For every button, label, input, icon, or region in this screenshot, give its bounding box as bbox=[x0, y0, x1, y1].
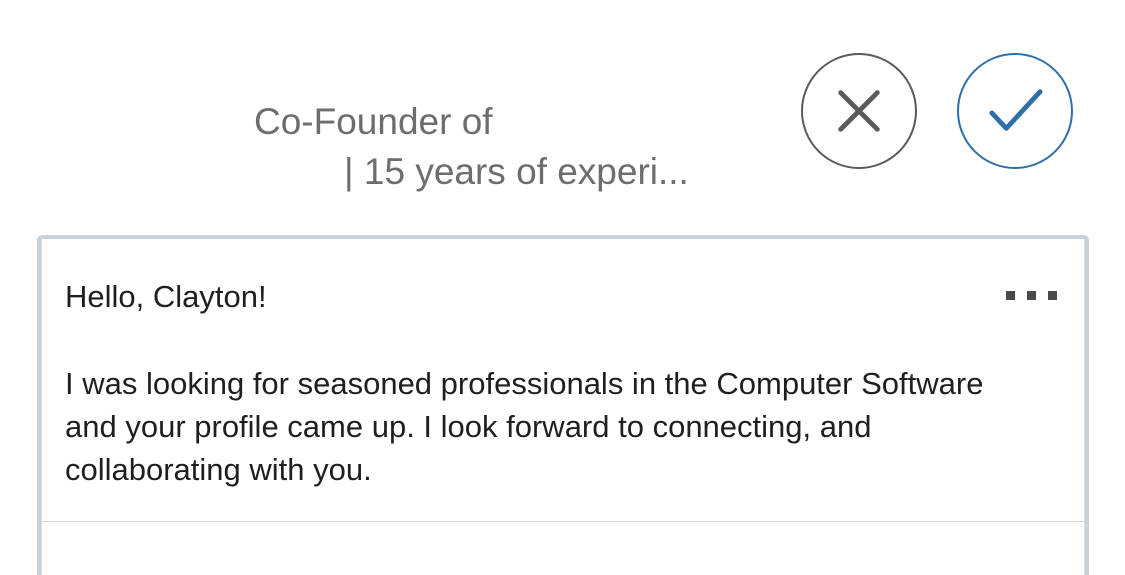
ignore-button[interactable] bbox=[801, 53, 917, 169]
headline-line-1: Co-Founder of bbox=[254, 101, 493, 142]
accept-button[interactable] bbox=[957, 53, 1073, 169]
headline-line-2: | 15 years of experi... bbox=[344, 151, 689, 192]
more-options-icon bbox=[1048, 291, 1057, 300]
more-options-button[interactable] bbox=[999, 287, 1063, 311]
close-icon bbox=[838, 90, 880, 132]
more-options-icon bbox=[1006, 291, 1015, 300]
card-divider bbox=[41, 521, 1085, 522]
more-options-icon bbox=[1027, 291, 1036, 300]
message-body: I was looking for seasoned professionals… bbox=[65, 366, 984, 487]
checkmark-icon bbox=[989, 89, 1043, 131]
message-greeting: Hello, Clayton! bbox=[65, 279, 267, 314]
message-card: Hello, Clayton! I was looking for season… bbox=[37, 235, 1089, 575]
